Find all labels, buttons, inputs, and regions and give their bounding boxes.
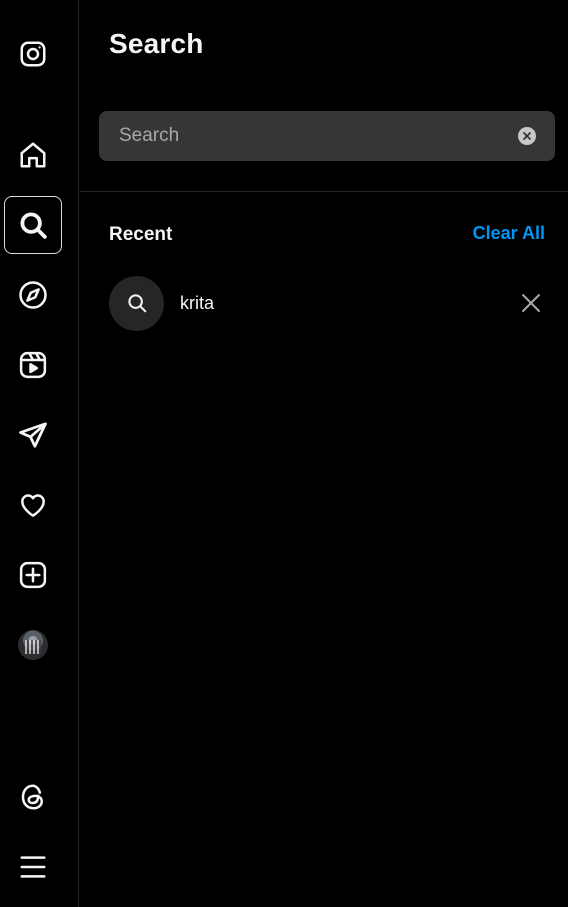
more-menu-icon — [20, 856, 46, 878]
clear-all-button[interactable]: Clear All — [473, 223, 545, 244]
divider — [80, 191, 568, 192]
search-box — [99, 111, 555, 161]
sidebar-item-more[interactable] — [4, 838, 62, 896]
notifications-heart-icon — [21, 494, 45, 517]
sidebar-item-messages[interactable] — [4, 406, 62, 464]
sidebar-item-create[interactable] — [4, 546, 62, 604]
instagram-logo-icon — [20, 41, 46, 67]
recent-heading: Recent — [109, 224, 173, 245]
search-icon — [20, 212, 47, 239]
search-input[interactable] — [99, 111, 518, 161]
threads-icon — [21, 784, 44, 810]
search-panel: Search Recent Clear All krita — [80, 0, 568, 907]
list-item[interactable]: krita — [109, 275, 549, 331]
remove-recent-button[interactable] — [517, 289, 545, 317]
sidebar-item-reels[interactable] — [4, 336, 62, 394]
close-icon — [522, 294, 540, 312]
sidebar-item-home[interactable] — [4, 126, 62, 184]
app: Search Recent Clear All krita — [0, 0, 568, 907]
sidebar-item-explore[interactable] — [4, 266, 62, 324]
sidebar-item-notifications[interactable] — [4, 476, 62, 534]
profile-avatar — [18, 630, 48, 660]
home-icon — [20, 142, 46, 168]
recent-search-avatar — [109, 275, 164, 331]
reels-icon — [19, 351, 47, 379]
clear-search-button[interactable] — [518, 127, 536, 145]
explore-compass-icon — [19, 281, 47, 309]
sidebar-item-threads[interactable] — [4, 768, 62, 826]
sidebar-rail — [0, 0, 79, 907]
recent-search-query: krita — [180, 292, 215, 313]
close-icon — [523, 132, 531, 140]
page-title: Search — [109, 28, 204, 59]
messages-send-icon — [19, 422, 47, 448]
sidebar-item-profile[interactable] — [4, 616, 62, 674]
search-icon — [127, 294, 146, 313]
sidebar-item-search[interactable] — [4, 196, 62, 254]
instagram-logo-button[interactable] — [4, 25, 62, 83]
create-plus-icon — [19, 561, 47, 589]
